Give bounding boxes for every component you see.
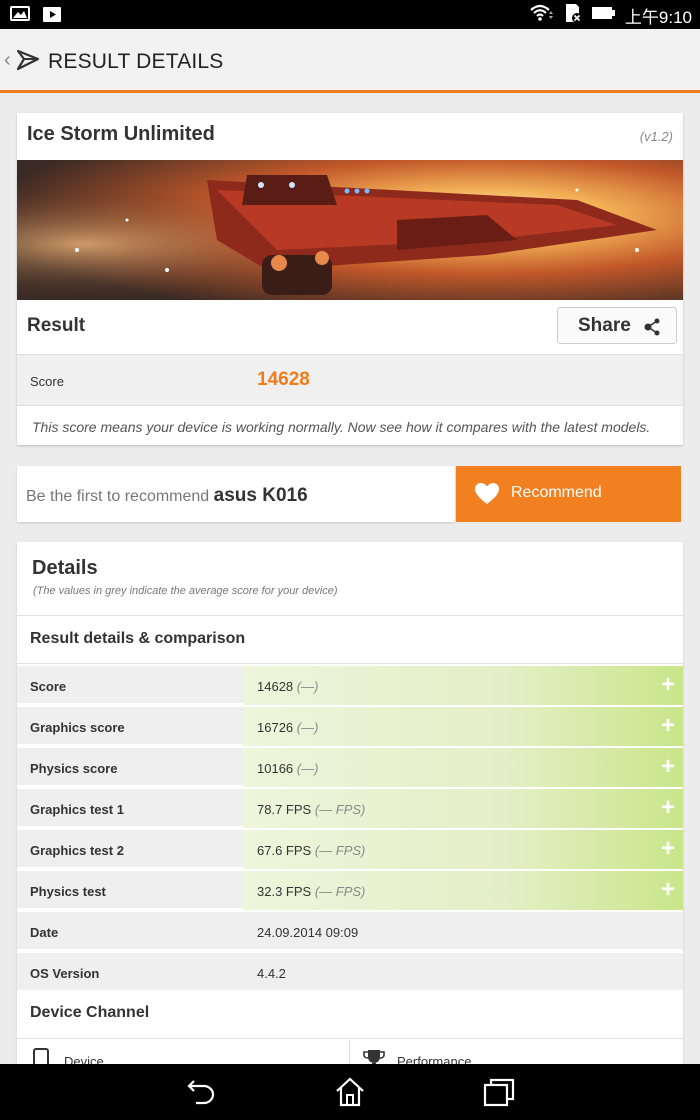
comparison-section-header: Result details & comparison <box>17 615 683 664</box>
detail-row-value: 67.6 FPS (— FPS) <box>257 843 366 858</box>
expand-plus-icon[interactable]: + <box>661 878 675 902</box>
detail-row-label: Graphics test 1 <box>30 802 124 817</box>
3dmark-logo-icon[interactable] <box>16 47 42 78</box>
detail-row-os-version: OS Version 4.4.2 <box>17 953 683 992</box>
status-time: 上午9:10 <box>624 8 692 27</box>
benchmark-card: Ice Storm Unlimited (v1.2) Result Share … <box>17 113 683 445</box>
status-bar: 上午9:10 <box>0 0 700 29</box>
share-button[interactable]: Share <box>557 307 677 344</box>
detail-row-label: Physics test <box>30 884 106 899</box>
header-divider <box>0 90 700 93</box>
score-note: This score means your device is working … <box>32 419 651 435</box>
detail-row-value-cell: 78.7 FPS (— FPS) + <box>243 789 683 828</box>
details-subtitle: (The values in grey indicate the average… <box>33 585 338 597</box>
detail-row-value-cell: 32.3 FPS (— FPS) + <box>243 871 683 910</box>
battery-icon <box>591 5 617 26</box>
image-icon <box>10 5 30 28</box>
home-icon[interactable] <box>334 1077 366 1112</box>
score-row: Score 14628 <box>17 355 683 406</box>
detail-row-graphics-score[interactable]: Graphics score 16726 (—) + <box>17 707 683 746</box>
detail-row-label: Score <box>30 679 67 694</box>
date-label: Date <box>30 925 59 940</box>
score-value: 14628 <box>257 369 310 390</box>
expand-plus-icon[interactable]: + <box>661 673 675 697</box>
benchmark-version: (v1.2) <box>639 129 673 144</box>
recent-apps-icon[interactable] <box>483 1077 515 1112</box>
detail-row-value-cell: 14628 (—) + <box>243 666 683 705</box>
benchmark-banner-image <box>17 160 683 300</box>
expand-plus-icon[interactable]: + <box>661 796 675 820</box>
detail-row-score[interactable]: Score 14628 (—) + <box>17 666 683 705</box>
wifi-icon <box>529 3 555 28</box>
recommend-prefix: Be the first to recommend asus K016 <box>26 485 308 506</box>
action-bar: ‹ RESULT DETAILS <box>0 29 700 93</box>
detail-row-value-cell: 16726 (—) + <box>243 707 683 746</box>
sd-card-icon <box>563 3 583 28</box>
comparison-section-label: Result details & comparison <box>30 630 246 647</box>
detail-row-value: 10166 (—) <box>257 761 319 776</box>
detail-row-physics-score[interactable]: Physics score 10166 (—) + <box>17 748 683 787</box>
recommend-device: asus K016 <box>213 485 308 506</box>
expand-plus-icon[interactable]: + <box>661 837 675 861</box>
play-store-icon <box>42 5 62 28</box>
share-icon <box>644 318 662 341</box>
detail-row-value-cell: 10166 (—) + <box>243 748 683 787</box>
channel-divider <box>349 1040 350 1067</box>
detail-row-graphics-test-1[interactable]: Graphics test 1 78.7 FPS (— FPS) + <box>17 789 683 828</box>
expand-plus-icon[interactable]: + <box>661 755 675 779</box>
detail-row-value-cell: 67.6 FPS (— FPS) + <box>243 830 683 869</box>
detail-row-physics-test[interactable]: Physics test 32.3 FPS (— FPS) + <box>17 871 683 910</box>
detail-row-label: Physics score <box>30 761 118 776</box>
result-row: Result Share <box>17 300 683 355</box>
device-channel-header: Device Channel <box>17 991 683 1039</box>
os-version-value: 4.4.2 <box>257 966 286 981</box>
detail-row-label: Graphics test 2 <box>30 843 124 858</box>
date-value: 24.09.2014 09:09 <box>257 925 359 940</box>
detail-row-value: 14628 (—) <box>257 679 319 694</box>
detail-row-value: 32.3 FPS (— FPS) <box>257 884 366 899</box>
navigation-bar <box>0 1064 700 1120</box>
back-caret-icon[interactable]: ‹ <box>4 49 11 72</box>
recommend-label: Recommend <box>511 484 602 501</box>
detail-row-label: Graphics score <box>30 720 125 735</box>
device-channel-label: Device Channel <box>30 1004 150 1021</box>
details-card: Details (The values in grey indicate the… <box>17 542 683 1067</box>
os-version-label: OS Version <box>30 966 100 981</box>
page-title: RESULT DETAILS <box>48 50 224 73</box>
detail-row-value: 78.7 FPS (— FPS) <box>257 802 366 817</box>
recommend-box: Be the first to recommend asus K016 <box>17 466 455 522</box>
back-icon[interactable] <box>186 1077 216 1110</box>
benchmark-title: Ice Storm Unlimited <box>27 123 215 145</box>
result-label: Result <box>27 315 86 336</box>
share-label: Share <box>578 315 631 336</box>
detail-row-value: 16726 (—) <box>257 720 319 735</box>
heart-icon <box>474 482 500 511</box>
detail-row-graphics-test-2[interactable]: Graphics test 2 67.6 FPS (— FPS) + <box>17 830 683 869</box>
score-label: Score <box>30 374 64 389</box>
detail-row-date: Date 24.09.2014 09:09 <box>17 912 683 951</box>
details-title: Details <box>32 557 98 579</box>
recommend-button[interactable]: Recommend <box>456 466 681 522</box>
expand-plus-icon[interactable]: + <box>661 714 675 738</box>
device-channel-tabs: Device Performance <box>17 1040 683 1067</box>
